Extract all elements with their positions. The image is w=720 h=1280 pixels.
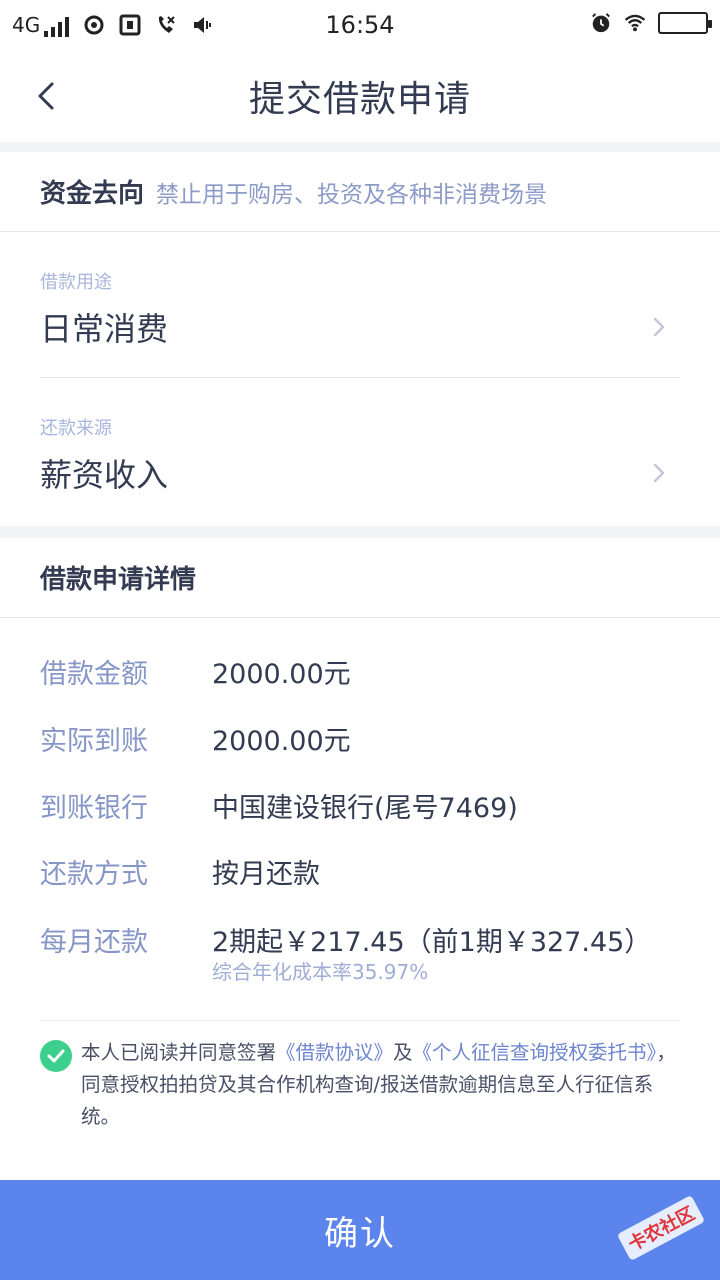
- detail-value: 2000.00元: [212, 726, 351, 757]
- section-gap: [0, 526, 720, 538]
- confirm-label: 确认: [324, 1213, 396, 1254]
- section-gap: [0, 142, 720, 152]
- battery-icon: [658, 12, 712, 34]
- detail-title: 借款申请详情: [40, 565, 197, 595]
- missed-call-icon: [155, 14, 177, 36]
- status-bar-left: 4G: [12, 13, 213, 37]
- check-icon: [47, 1049, 65, 1063]
- credit-authorization-link[interactable]: 《个人征信查询授权委托书》: [413, 1041, 657, 1064]
- fund-direction-row: 资金去向 禁止用于购房、投资及各种非消费场景: [0, 152, 720, 232]
- detail-value: 中国建设银行(尾号7469): [212, 793, 518, 824]
- chevron-right-icon: [653, 463, 665, 483]
- network-type: 4G: [12, 13, 41, 37]
- status-bar-right: [590, 12, 712, 34]
- agreement-prefix: 本人已阅读并同意签署: [81, 1041, 277, 1064]
- vibrate-icon: [191, 14, 213, 36]
- repay-source-value: 薪资收入: [40, 456, 169, 494]
- detail-label: 实际到账: [40, 726, 148, 757]
- repay-source-select[interactable]: 还款来源 薪资收入: [40, 378, 680, 523]
- annual-rate-note: 综合年化成本率35.97%: [212, 960, 429, 984]
- fund-direction-note: 禁止用于购房、投资及各种非消费场景: [156, 181, 548, 208]
- divider: [40, 1020, 680, 1021]
- loan-purpose-select[interactable]: 借款用途 日常消费: [40, 232, 680, 377]
- loan-agreement-link[interactable]: 《借款协议》: [276, 1041, 393, 1064]
- signal-icon: [44, 17, 70, 37]
- agreement-middle: 及: [393, 1041, 413, 1064]
- status-bar: 4G 16:54: [0, 0, 720, 50]
- nav-bar: 提交借款申请: [0, 50, 720, 142]
- detail-value: 2期起￥217.45（前1期￥327.45）: [212, 927, 652, 958]
- detail-header: 借款申请详情: [0, 538, 720, 618]
- notification-icon: [119, 14, 141, 36]
- fund-direction-title: 资金去向: [40, 179, 145, 209]
- chevron-left-icon: [38, 82, 54, 110]
- detail-label: 到账银行: [40, 793, 148, 824]
- agree-checkbox[interactable]: [40, 1040, 72, 1072]
- detail-label: 还款方式: [40, 859, 148, 890]
- detail-label: 借款金额: [40, 659, 148, 690]
- sync-icon: [83, 14, 105, 36]
- page-title: 提交借款申请: [248, 79, 471, 120]
- detail-value: 2000.00元: [212, 659, 351, 690]
- repay-source-label: 还款来源: [40, 418, 112, 439]
- detail-label: 每月还款: [40, 927, 148, 958]
- wifi-icon: [624, 12, 646, 34]
- loan-purpose-label: 借款用途: [40, 272, 112, 293]
- chevron-right-icon: [653, 317, 665, 337]
- back-button[interactable]: [26, 76, 66, 116]
- alarm-icon: [590, 12, 612, 34]
- loan-purpose-value: 日常消费: [40, 310, 169, 348]
- agreement-text: 本人已阅读并同意签署《借款协议》及《个人征信查询授权委托书》，同意授权拍拍贷及其…: [81, 1037, 681, 1133]
- network-indicator: 4G: [12, 13, 70, 37]
- detail-value: 按月还款: [212, 859, 320, 890]
- watermark-text: 卡农社区: [616, 1195, 706, 1261]
